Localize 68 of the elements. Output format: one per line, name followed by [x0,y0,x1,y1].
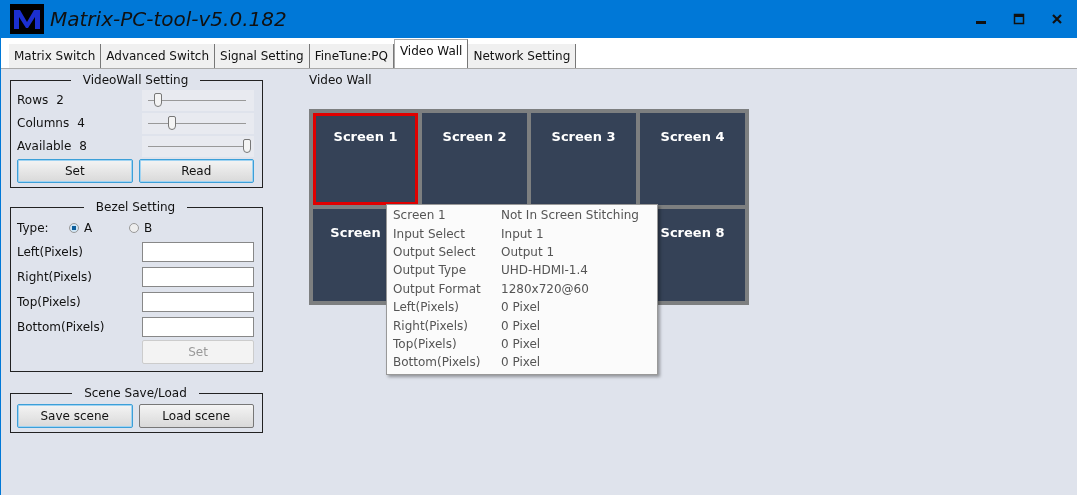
tooltip-value: 0 Pixel [501,318,541,333]
radio-icon[interactable] [129,223,139,233]
slider-label: Rows [17,93,49,107]
tooltip-value: 0 Pixel [501,355,541,370]
push-button[interactable]: Set [17,159,133,183]
tab[interactable]: Matrix Switch [9,44,102,68]
window-title: Matrix-PC-tool-v5.0.182 [50,7,288,31]
tab[interactable]: Network Setting [468,44,577,68]
slider-label: Columns [17,116,70,130]
slider-value: 8 [79,139,88,153]
input-field[interactable] [142,267,254,287]
slider-track[interactable] [142,135,254,157]
tab[interactable]: Signal Setting [215,44,310,68]
tooltip-label: Left(Pixels) [393,300,460,315]
screen-label: Screen 4 [660,129,725,146]
maximize-icon[interactable] [1013,13,1025,25]
screen-label: Screen 3 [551,129,616,146]
tooltip-value: UHD-HDMI-1.4 [501,263,588,278]
tooltip-value: Not In Screen Stitching [501,208,639,223]
field-label: Top(Pixels) [17,295,81,309]
slider-thumb[interactable] [154,92,163,107]
slider-thumb[interactable] [242,138,251,153]
group-title: Scene Save/Load [83,386,188,400]
slider-track[interactable] [142,112,254,134]
screen-label: Screen 8 [660,225,725,242]
tooltip-value: 1280x720@60 [501,281,589,296]
push-button[interactable]: Load scene [138,404,254,428]
tooltip-value: Input 1 [501,226,544,241]
slider-value: 4 [77,116,86,130]
group-title: VideoWall Setting [81,73,190,87]
logo-icon [10,4,44,34]
tooltip-label: Top(Pixels) [393,336,458,351]
screen-tile[interactable]: Screen 2 [422,113,527,205]
screen-label: Screen 1 [333,129,398,146]
push-button[interactable]: Save scene [17,404,133,428]
tooltip-value: Output 1 [501,244,555,259]
radio-label: A [84,221,93,235]
input-field[interactable] [142,317,254,337]
screen-label: Screen 2 [442,129,507,146]
tooltip-value: 0 Pixel [501,336,541,351]
tab[interactable]: FineTune:PQ [309,44,394,68]
input-field[interactable] [142,292,254,312]
field-label: Bottom(Pixels) [17,320,105,334]
screen-label: Screen [330,225,381,240]
tooltip-label: Right(Pixels) [393,318,469,333]
tab[interactable]: Advanced Switch [101,44,216,68]
group-title: Bezel Setting [94,200,177,214]
slider-label: Available [17,139,72,153]
screen-tile[interactable]: Screen 3 [531,113,636,205]
field-label: Left(Pixels) [17,245,83,259]
slider-value: 2 [56,93,65,107]
radio-icon[interactable] [69,223,79,233]
section-title: Video Wall [309,73,373,89]
type-label: Type: [17,221,50,235]
field-label: Right(Pixels) [17,270,92,284]
tooltip-value: 0 Pixel [501,300,541,315]
input-field[interactable] [142,242,254,262]
slider-track[interactable] [142,89,254,111]
push-button[interactable]: Read [138,159,254,183]
screen-tile[interactable]: Screen 1 [313,113,418,205]
tab[interactable]: Video Wall [393,39,469,68]
slider-thumb[interactable] [168,115,176,130]
radio-option[interactable]: A [69,221,117,235]
tooltip-label: Bottom(Pixels) [393,355,482,370]
screen-tile[interactable]: Screen 4 [640,113,745,205]
close-icon[interactable] [1051,13,1063,25]
radio-option[interactable]: B [129,221,177,235]
radio-label: B [144,221,153,235]
